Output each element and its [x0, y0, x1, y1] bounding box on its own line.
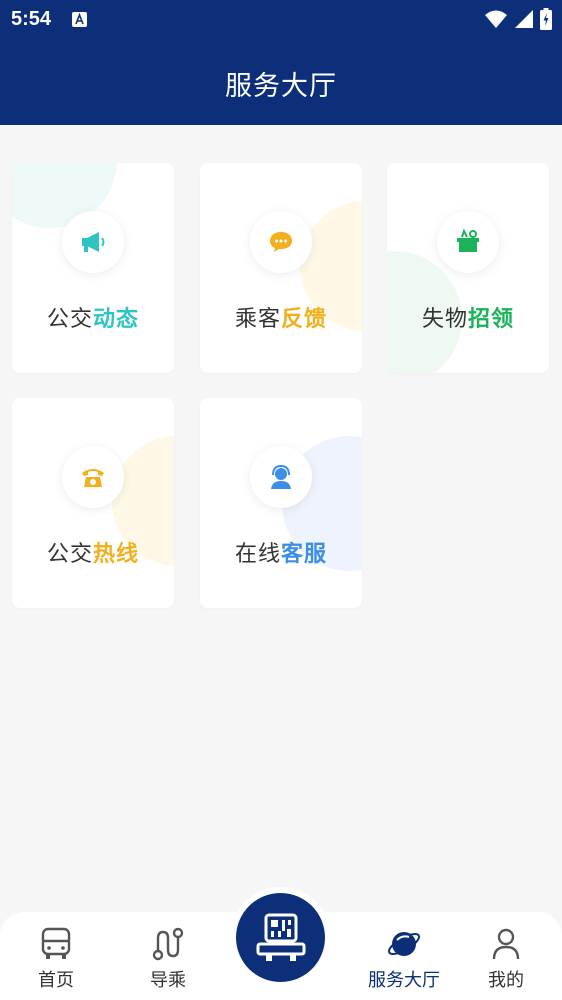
planet-icon — [387, 932, 421, 956]
lost-found-box-icon — [457, 229, 479, 252]
user-icon — [492, 928, 520, 960]
card-label-highlight: 客服 — [281, 542, 328, 567]
card-bus-hotline[interactable]: 公交热线 — [12, 398, 174, 608]
chat-bubble-icon — [270, 232, 292, 252]
icon-badge — [62, 446, 124, 508]
nav-service-hall-label: 服务大厅 — [368, 970, 440, 991]
card-label-highlight: 动态 — [93, 307, 140, 332]
icon-badge — [437, 211, 499, 273]
page-title: 服务大厅 — [225, 71, 337, 102]
nav-mine-label: 我的 — [488, 970, 524, 991]
qr-code-icon — [256, 913, 305, 961]
icon-badge — [62, 211, 124, 273]
nav-guide-label: 导乘 — [150, 970, 186, 991]
notification-a-icon — [72, 12, 87, 27]
card-label: 公交热线 — [12, 536, 174, 568]
nav-guide[interactable]: 导乘 — [118, 912, 218, 1000]
status-icons — [484, 8, 552, 30]
card-label: 乘客反馈 — [200, 301, 362, 333]
megaphone-icon — [82, 232, 105, 252]
signal-icon — [515, 10, 533, 28]
card-label: 在线客服 — [200, 536, 362, 568]
telephone-icon — [82, 469, 104, 487]
card-label-plain: 公交 — [46, 542, 93, 567]
card-label-plain: 乘客 — [234, 307, 281, 332]
app-header: 5:54 服务大厅 — [0, 0, 562, 125]
nav-service-hall[interactable]: 服务大厅 — [344, 912, 464, 1000]
card-label-highlight: 招领 — [468, 307, 515, 332]
route-icon — [152, 927, 184, 961]
card-label-highlight: 反馈 — [281, 307, 328, 332]
card-label-plain: 公交 — [46, 307, 93, 332]
card-label: 公交动态 — [12, 301, 174, 333]
status-time: 5:54 — [11, 8, 52, 30]
battery-icon — [540, 8, 552, 30]
card-label-highlight: 热线 — [93, 542, 140, 567]
status-bar: 5:54 — [0, 0, 562, 40]
customer-service-icon — [271, 464, 291, 489]
nav-mine[interactable]: 我的 — [456, 912, 556, 1000]
bus-icon — [41, 927, 71, 959]
card-label-plain: 失物 — [421, 307, 468, 332]
wifi-icon — [485, 10, 507, 28]
card-online-service[interactable]: 在线客服 — [200, 398, 362, 608]
card-bus-dynamics[interactable]: 公交动态 — [12, 163, 174, 373]
card-label: 失物招领 — [387, 301, 549, 333]
card-lost-and-found[interactable]: 失物招领 — [387, 163, 549, 373]
card-passenger-feedback[interactable]: 乘客反馈 — [200, 163, 362, 373]
icon-badge — [250, 211, 312, 273]
nav-home-label: 首页 — [38, 970, 74, 991]
nav-home[interactable]: 首页 — [6, 912, 106, 1000]
card-label-plain: 在线 — [234, 542, 281, 567]
icon-badge — [250, 446, 312, 508]
scan-qr-button[interactable] — [236, 893, 325, 982]
